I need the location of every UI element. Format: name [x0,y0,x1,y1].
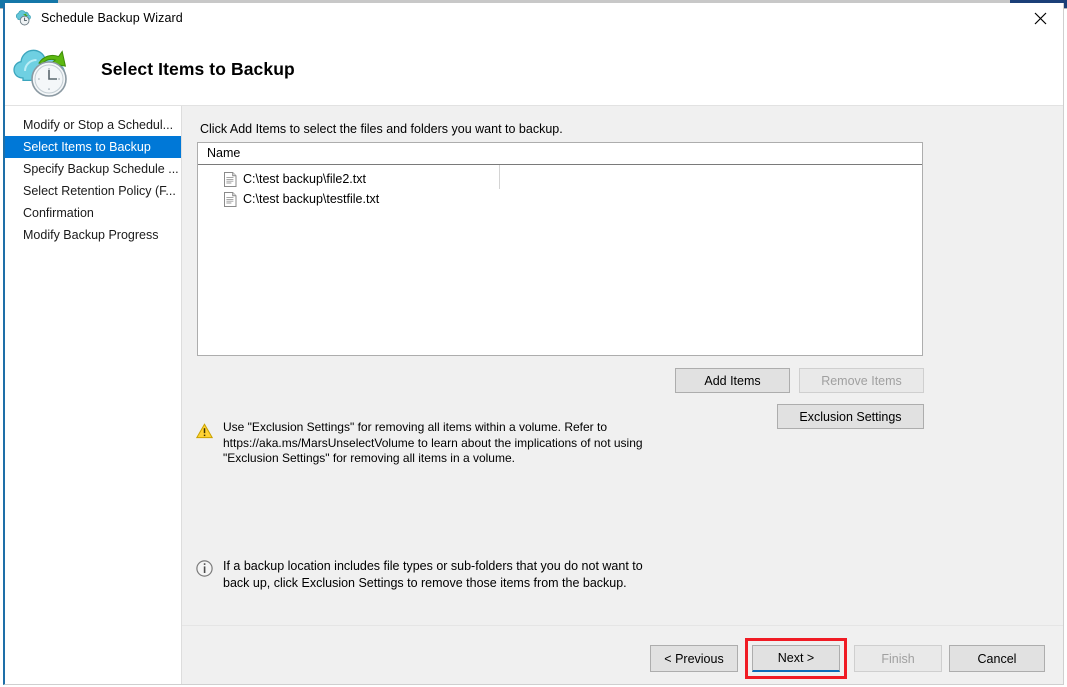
exclusion-warning-message: Use "Exclusion Settings" for removing al… [196,420,666,467]
sidebar-item-modify-or-stop[interactable]: Modify or Stop a Schedul... [5,114,181,136]
info-text: If a backup location includes file types… [223,558,666,592]
wizard-banner: Select Items to Backup [5,33,1063,105]
sidebar-item-retention-policy[interactable]: Select Retention Policy (F... [5,180,181,202]
text-file-icon [224,192,237,207]
sidebar-item-select-items[interactable]: Select Items to Backup [5,136,181,158]
cloud-clock-icon [15,9,33,27]
dialog-body: Modify or Stop a Schedul... Select Items… [5,105,1063,684]
text-file-icon [224,172,237,187]
next-button-annotation: Next > [745,638,847,679]
warning-triangle-icon [196,423,213,439]
window-title: Schedule Backup Wizard [41,11,183,25]
warning-text: Use "Exclusion Settings" for removing al… [223,420,666,467]
screenshot-root: Schedule Backup Wizard Sel [0,0,1067,687]
page-title: Select Items to Backup [101,59,295,80]
footer-button-group: < Previous Next > Finish Cancel [643,638,1045,679]
info-circle-icon [196,560,213,577]
exclusion-info-message: If a backup location includes file types… [196,558,666,592]
sidebar-item-modify-progress[interactable]: Modify Backup Progress [5,224,181,246]
cancel-button[interactable]: Cancel [949,645,1045,672]
column-divider [499,165,500,189]
finish-button: Finish [854,645,942,672]
listview-rows: C:\test backup\file2.txt C:\test backu [198,165,922,209]
add-items-button[interactable]: Add Items [675,368,790,393]
next-button[interactable]: Next > [752,645,840,672]
table-row[interactable]: C:\test backup\file2.txt [198,169,922,189]
main-panel: Click Add Items to select the files and … [182,106,1063,684]
previous-button[interactable]: < Previous [650,645,738,672]
cloud-backup-clock-icon [13,38,79,100]
file-path: C:\test backup\testfile.txt [243,192,379,206]
schedule-backup-wizard-window: Schedule Backup Wizard Sel [3,3,1064,685]
dialog-footer: < Previous Next > Finish Cancel [182,625,1063,684]
backup-items-listview[interactable]: Name C:\test backu [197,142,923,356]
exclusion-settings-button[interactable]: Exclusion Settings [777,404,924,429]
close-icon[interactable] [1017,3,1063,33]
sidebar-item-confirmation[interactable]: Confirmation [5,202,181,224]
table-row[interactable]: C:\test backup\testfile.txt [198,189,922,209]
wizard-steps-sidebar: Modify or Stop a Schedul... Select Items… [5,106,181,684]
instruction-text: Click Add Items to select the files and … [200,122,563,136]
listview-header: Name [198,143,922,165]
title-bar: Schedule Backup Wizard [5,3,1063,33]
column-header-name[interactable]: Name [207,146,240,160]
file-path: C:\test backup\file2.txt [243,172,366,186]
sidebar-item-specify-schedule[interactable]: Specify Backup Schedule ... [5,158,181,180]
remove-items-button: Remove Items [799,368,924,393]
